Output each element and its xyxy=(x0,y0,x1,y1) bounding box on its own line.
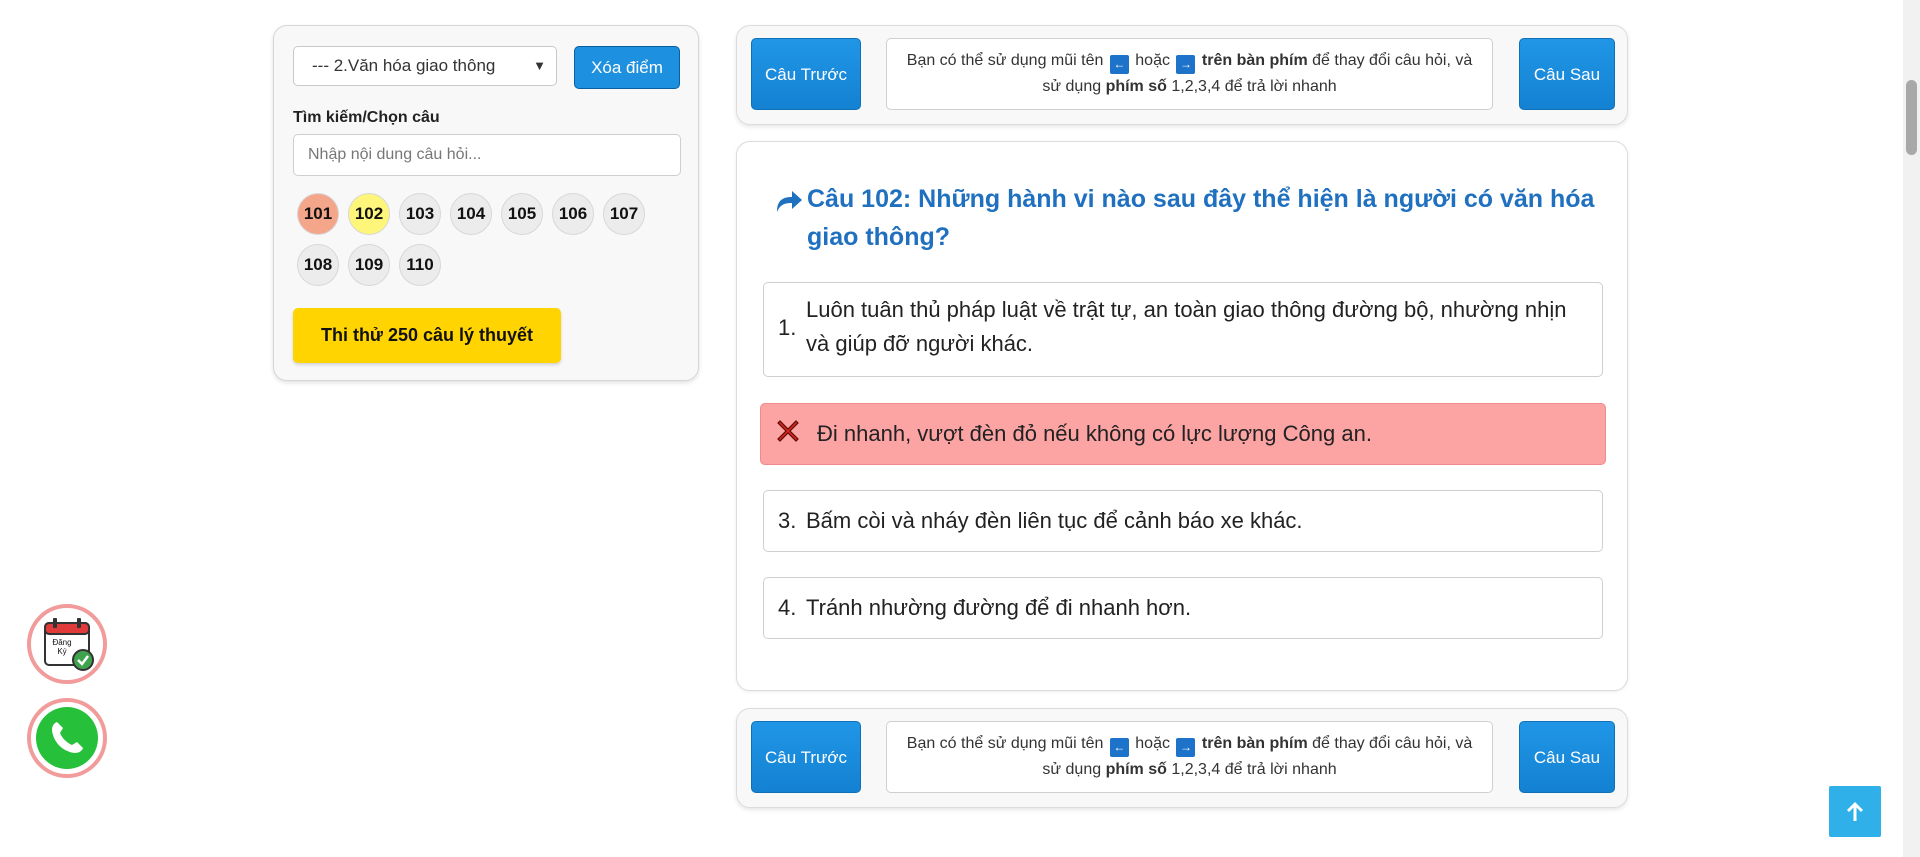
left-arrow-key-icon: ← xyxy=(1109,738,1129,757)
question-number-105[interactable]: 105 xyxy=(501,193,543,235)
register-floating-button[interactable]: Đăng Ký xyxy=(27,604,107,684)
right-arrow-key-icon: → xyxy=(1176,738,1196,757)
arrow-up-icon xyxy=(1847,802,1863,821)
hint-text: Bạn có thể sử dụng mũi tên xyxy=(906,52,1104,69)
question-number-104[interactable]: 104 xyxy=(450,193,492,235)
question-nav-top: Câu Trước Bạn có thể sử dụng mũi tên ← h… xyxy=(736,25,1628,125)
search-input[interactable] xyxy=(293,134,681,176)
share-arrow-icon xyxy=(777,191,802,212)
answer-number: 1. xyxy=(778,315,797,340)
answer-text: Luôn tuân thủ pháp luật về trật tự, an t… xyxy=(806,297,1567,356)
hint-text: Bạn có thể sử dụng mũi tên xyxy=(906,735,1104,752)
answer-option-1[interactable]: 1. Luôn tuân thủ pháp luật về trật tự, a… xyxy=(763,282,1603,377)
practice-exam-button[interactable]: Thi thử 250 câu lý thuyết xyxy=(293,308,561,363)
hint-text: sử dụng xyxy=(1042,78,1102,95)
calendar-register-icon: Đăng Ký xyxy=(44,618,94,671)
answer-number: 4. xyxy=(778,595,797,620)
chevron-down-icon: ▼ xyxy=(533,58,546,73)
scroll-to-top-button[interactable] xyxy=(1829,786,1881,837)
right-arrow-key-icon: → xyxy=(1176,55,1196,74)
question-number-101[interactable]: 101 xyxy=(297,193,339,235)
answer-text: Đi nhanh, vượt đèn đỏ nếu không có lực l… xyxy=(817,421,1372,446)
scrollbar-thumb[interactable] xyxy=(1906,80,1917,155)
question-number-102[interactable]: 102 xyxy=(348,193,390,235)
answer-text: Bấm còi và nháy đèn liên tục để cảnh báo… xyxy=(806,508,1303,533)
question-nav-bottom: Câu Trước Bạn có thể sử dụng mũi tên ← h… xyxy=(736,708,1628,808)
answer-option-3[interactable]: 3. Bấm còi và nháy đèn liên tục để cảnh … xyxy=(763,490,1603,552)
left-arrow-key-icon: ← xyxy=(1109,55,1129,74)
hint-text: hoặc xyxy=(1135,52,1170,69)
call-floating-button[interactable] xyxy=(27,698,107,778)
question-title: Câu 102: Những hành vi nào sau đây thể h… xyxy=(807,185,1595,251)
phone-icon xyxy=(36,707,98,769)
register-label-line1: Đăng xyxy=(52,638,71,647)
hint-text: trên bàn phím xyxy=(1201,52,1308,69)
question-card: Câu 102: Những hành vi nào sau đây thể h… xyxy=(736,141,1628,691)
prev-question-button[interactable]: Câu Trước xyxy=(751,721,861,793)
hint-text: trên bàn phím xyxy=(1201,735,1308,752)
next-question-button[interactable]: Câu Sau xyxy=(1519,38,1615,110)
question-number-107[interactable]: 107 xyxy=(603,193,645,235)
hint-text: 1,2,3,4 để trả lời nhanh xyxy=(1171,78,1337,95)
hint-text: 1,2,3,4 để trả lời nhanh xyxy=(1171,761,1337,778)
keyboard-hint: Bạn có thể sử dụng mũi tên ← hoặc → trên… xyxy=(886,38,1493,110)
search-label: Tìm kiếm/Chọn câu xyxy=(293,109,440,126)
question-number-103[interactable]: 103 xyxy=(399,193,441,235)
hint-text: để thay đổi câu hỏi, và xyxy=(1312,735,1473,752)
clear-score-button[interactable]: Xóa điểm xyxy=(574,46,680,89)
category-select-value: --- 2.Văn hóa giao thông xyxy=(312,56,496,75)
answer-option-4[interactable]: 4. Tránh nhường đường để đi nhanh hơn. xyxy=(763,577,1603,639)
question-number-110[interactable]: 110 xyxy=(399,244,441,286)
answer-option-2[interactable]: Đi nhanh, vượt đèn đỏ nếu không có lực l… xyxy=(760,403,1606,465)
category-select[interactable]: --- 2.Văn hóa giao thông ▼ xyxy=(293,46,557,86)
answer-number: 3. xyxy=(778,508,797,533)
next-question-button[interactable]: Câu Sau xyxy=(1519,721,1615,793)
hint-text: sử dụng xyxy=(1042,761,1102,778)
answer-text: Tránh nhường đường để đi nhanh hơn. xyxy=(806,595,1192,620)
question-number-106[interactable]: 106 xyxy=(552,193,594,235)
question-number-109[interactable]: 109 xyxy=(348,244,390,286)
question-selector-panel: --- 2.Văn hóa giao thông ▼ Xóa điểm Tìm … xyxy=(273,25,699,381)
keyboard-hint: Bạn có thể sử dụng mũi tên ← hoặc → trên… xyxy=(886,721,1493,793)
question-number-108[interactable]: 108 xyxy=(297,244,339,286)
hint-text: phím số xyxy=(1105,761,1167,778)
prev-question-button[interactable]: Câu Trước xyxy=(751,38,861,110)
register-label-line2: Ký xyxy=(57,647,66,656)
hint-text: hoặc xyxy=(1135,735,1170,752)
wrong-x-icon xyxy=(777,420,799,442)
hint-text: phím số xyxy=(1105,78,1167,95)
hint-text: để thay đổi câu hỏi, và xyxy=(1312,52,1473,69)
